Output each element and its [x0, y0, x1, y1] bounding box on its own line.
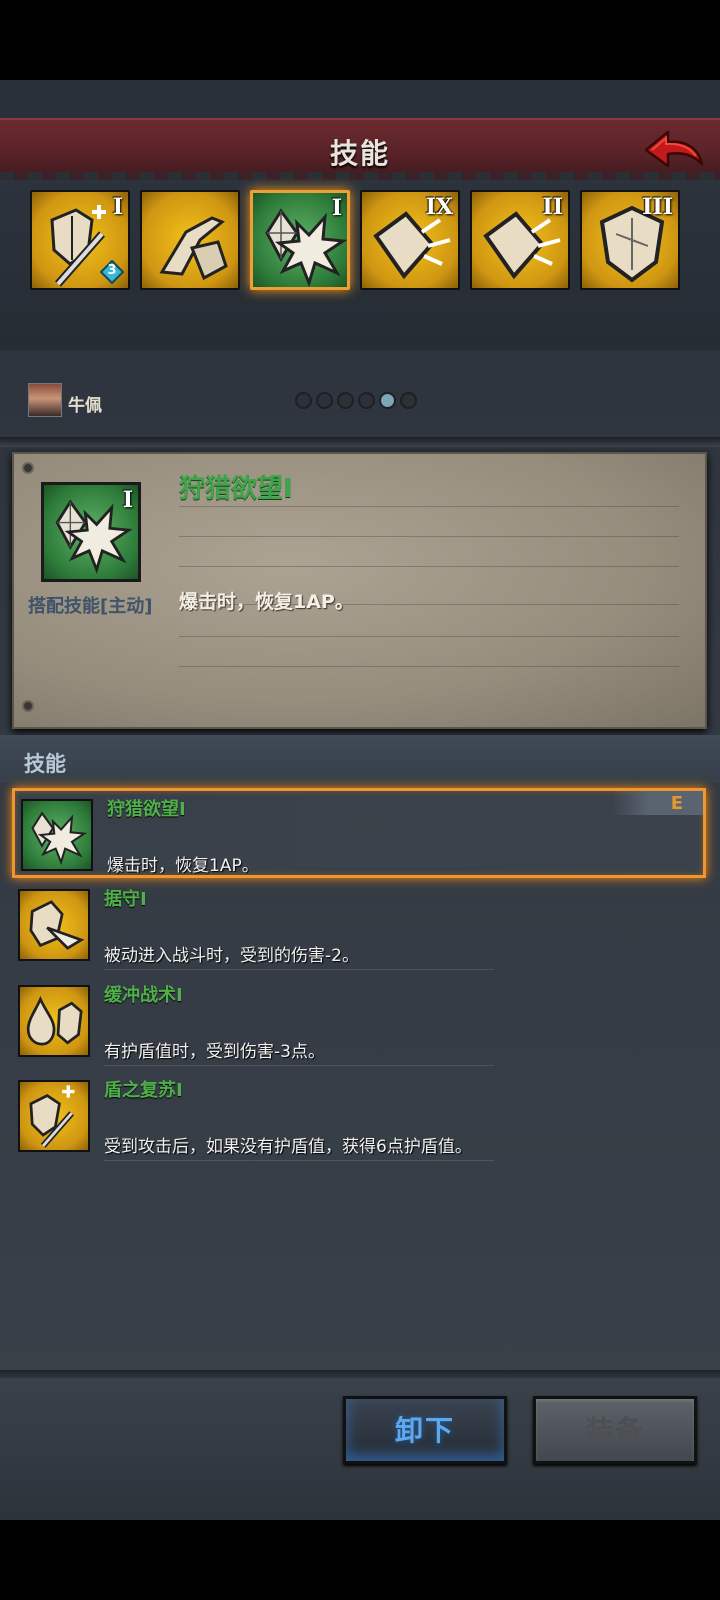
- slot-numeral: II: [542, 194, 563, 220]
- ruled-line: [179, 566, 679, 567]
- crystal-burst-icon: [31, 811, 88, 866]
- skill-name: 缓冲战术I: [104, 985, 183, 1006]
- skill-slot-2[interactable]: [140, 190, 240, 290]
- status-bar: [0, 0, 720, 80]
- equip-button[interactable]: 装备: [533, 1396, 697, 1464]
- skill-description: 有护盾值时，受到伤害-3点。: [104, 1042, 325, 1062]
- equipped-flag: [613, 791, 703, 815]
- arm-shield-icon: [159, 216, 228, 281]
- skill-name: 盾之复苏I: [104, 1080, 183, 1101]
- page-title: 技能: [329, 137, 390, 170]
- page-dot: [337, 392, 354, 409]
- back-arrow-icon: [644, 130, 704, 168]
- rivet: [22, 462, 34, 474]
- page-dot-active: [379, 392, 396, 409]
- section-title: 技能: [24, 752, 66, 776]
- skill-description: 受到攻击后，如果没有护盾值，获得6点护盾值。: [104, 1137, 472, 1157]
- unequip-button[interactable]: 卸下: [343, 1396, 507, 1464]
- skill-slot-3[interactable]: I: [250, 190, 350, 290]
- detail-skill-tag: 搭配技能[主动]: [28, 596, 153, 617]
- footer-divider: [0, 1370, 720, 1378]
- row-separator: [104, 969, 494, 970]
- skill-description: 被动进入战斗时，受到的伤害-2。: [104, 946, 359, 966]
- row-separator: [104, 1160, 494, 1161]
- shield-spear-plus-icon: [29, 1085, 75, 1148]
- slot-numeral: III: [642, 194, 673, 220]
- skill-name: 据守I: [104, 889, 147, 910]
- skill-icon: [21, 799, 93, 871]
- page-dot: [295, 392, 312, 409]
- shield-arrow-icon: [29, 900, 85, 950]
- list-item[interactable]: 据守I 被动进入战斗时，受到的伤害-2。: [12, 881, 706, 971]
- slot-numeral: I: [331, 195, 342, 221]
- list-item[interactable]: 缓冲战术I 有护盾值时，受到伤害-3点。: [12, 977, 706, 1067]
- list-item[interactable]: 盾之复苏I 受到攻击后，如果没有护盾值，获得6点护盾值。: [12, 1072, 706, 1162]
- skill-detail-card: I 搭配技能[主动] 狩猎欲望I 爆击时，恢复1AP。: [12, 452, 707, 729]
- detail-numeral: I: [122, 487, 133, 513]
- avatar: [28, 383, 62, 417]
- level-gem-badge: 3: [100, 260, 124, 284]
- detail-skill-description: 爆击时，恢复1AP。: [179, 591, 354, 613]
- navigation-bar-area: [0, 1520, 720, 1600]
- back-arrow-button[interactable]: [638, 124, 708, 174]
- gem-count: 3: [107, 263, 117, 278]
- divider: [0, 437, 720, 447]
- skill-icon: [18, 1080, 90, 1152]
- skill-icon: [18, 985, 90, 1057]
- skill-slot-4[interactable]: IX: [360, 190, 460, 290]
- ruled-line: [179, 506, 679, 507]
- skill-icon: [18, 889, 90, 961]
- page-dot: [400, 392, 417, 409]
- detail-skill-icon: I: [41, 482, 141, 582]
- equipped-mark: E: [670, 793, 683, 814]
- page-dot: [358, 392, 375, 409]
- ruled-line: [179, 666, 679, 667]
- header-bar: 技能: [0, 118, 720, 180]
- skill-slot-strip: I 3 I IX II III: [0, 180, 720, 350]
- skill-name: 狩猎欲望I: [107, 799, 186, 820]
- drop-shield-icon: [26, 995, 83, 1046]
- rivet: [22, 700, 34, 712]
- slot-numeral: I: [112, 194, 123, 220]
- section-header: [0, 735, 720, 783]
- skill-slot-5[interactable]: II: [470, 190, 570, 290]
- page-dot: [316, 392, 333, 409]
- slot-numeral: IX: [425, 194, 453, 220]
- row-separator: [104, 1065, 494, 1066]
- character-name: 牛佩: [68, 396, 102, 416]
- list-item[interactable]: E 狩猎欲望I 爆击时，恢复1AP。: [12, 788, 706, 878]
- detail-skill-name: 狩猎欲望I: [179, 474, 293, 504]
- ruled-line: [179, 636, 679, 637]
- ruled-line: [179, 536, 679, 537]
- skill-slot-6[interactable]: III: [580, 190, 680, 290]
- skill-slot-1[interactable]: I 3: [30, 190, 130, 290]
- skill-description: 爆击时，恢复1AP。: [107, 856, 259, 876]
